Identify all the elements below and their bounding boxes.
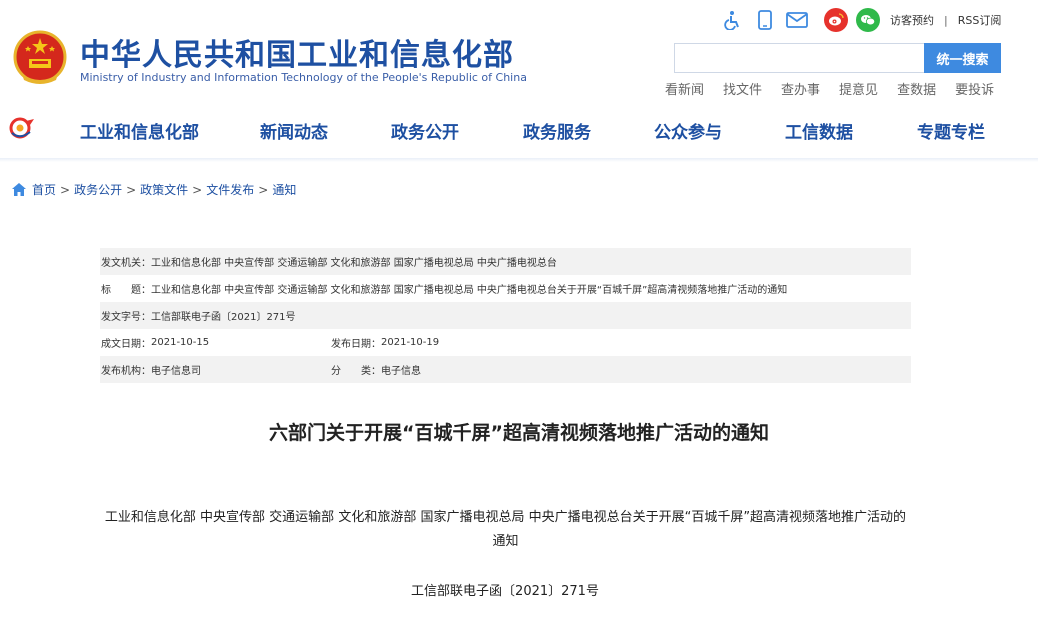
meta-value-category: 电子信息 [381,366,421,377]
document-subtitle: 工业和信息化部 中央宣传部 交通运输部 文化和旅游部 国家广播电视总局 中央广播… [104,510,907,549]
quick-link-files[interactable]: 找文件 [723,79,762,98]
wechat-icon[interactable] [856,8,880,32]
top-links: 访客预约 | RSS订阅 [890,12,1001,28]
top-icon-bar [720,8,888,32]
meta-row-title: 标 题： 工业和信息化部 中央宣传部 交通运输部 文化和旅游部 国家广播电视总局… [100,275,911,302]
breadcrumb-separator: > [192,182,203,197]
meta-row-issuer: 发文机关： 工业和信息化部 中央宣传部 交通运输部 文化和旅游部 国家广播电视总… [100,248,911,275]
quick-link-data[interactable]: 查数据 [897,79,936,98]
quick-link-news[interactable]: 看新闻 [665,79,704,98]
nav-item-gov-services[interactable]: 政务服务 [523,118,591,143]
mobile-icon[interactable] [752,8,778,32]
breadcrumb-doc-release[interactable]: 文件发布 [206,181,254,198]
meta-value-issuer: 工业和信息化部 中央宣传部 交通运输部 文化和旅游部 国家广播电视总局 中央广播… [151,258,557,269]
weibo-icon[interactable] [824,8,848,32]
quick-link-feedback[interactable]: 提意见 [839,79,878,98]
meta-label-issuer: 发文机关： [101,258,151,269]
breadcrumb-notice[interactable]: 通知 [272,181,296,198]
home-icon[interactable] [12,183,26,196]
meta-row-dates: 成文日期： 2021-10-15 发布日期： 2021-10-19 [100,329,911,356]
meta-col-published: 发布日期： 2021-10-19 [331,335,439,350]
breadcrumb-separator: > [258,182,269,197]
breadcrumb-policy-docs[interactable]: 政策文件 [140,181,188,198]
nav-item-miit-data[interactable]: 工信数据 [785,118,853,143]
nav-item-gov-affairs[interactable]: 政务公开 [391,118,459,143]
meta-row-org: 发布机构： 电子信息司 分 类： 电子信息 [100,356,911,383]
rss-link[interactable]: RSS订阅 [958,12,1002,28]
meta-label-title: 标 题： [101,285,151,296]
header-divider [0,158,1038,162]
search-input[interactable] [674,43,924,73]
national-emblem-icon[interactable] [12,30,68,88]
nav-item-miit[interactable]: 工业和信息化部 [80,118,199,143]
site-title[interactable]: 中华人民共和国工业和信息化部 [80,30,514,74]
breadcrumb-separator: > [126,182,137,197]
nav-item-news[interactable]: 新闻动态 [260,118,328,143]
meta-value-created: 2021-10-15 [151,337,210,348]
meta-col-category: 分 类： 电子信息 [331,362,421,377]
accessibility-icon[interactable] [720,8,746,32]
meta-label-category: 分 类： [331,366,381,377]
email-icon[interactable] [784,8,810,32]
quick-link-complaint[interactable]: 要投诉 [955,79,994,98]
meta-label-created: 成文日期： [101,339,151,350]
search-button[interactable]: 统一搜索 [924,43,1001,73]
visitor-booking-link[interactable]: 访客预约 [890,12,934,28]
breadcrumb: 首页 > 政务公开 > 政策文件 > 文件发布 > 通知 [12,181,296,198]
site-header: 中华人民共和国工业和信息化部 Ministry of Industry and … [0,0,1038,160]
top-links-separator: | [944,13,948,27]
breadcrumb-separator: > [60,182,71,197]
document-meta-table: 发文机关： 工业和信息化部 中央宣传部 交通运输部 文化和旅游部 国家广播电视总… [100,248,911,383]
breadcrumb-home[interactable]: 首页 [32,181,56,198]
meta-value-org: 电子信息司 [151,366,201,377]
meta-label-docno: 发文字号： [101,312,151,323]
search-bar: 统一搜索 [674,43,1001,73]
document-title: 六部门关于开展“百城千屏”超高清视频落地推广活动的通知 [269,422,769,444]
meta-row-docno: 发文字号： 工信部联电子函〔2021〕271号 [100,302,911,329]
document-number: 工信部联电子函〔2021〕271号 [411,584,599,599]
meta-value-docno: 工信部联电子函〔2021〕271号 [151,312,296,323]
site-subtitle-en: Ministry of Industry and Information Tec… [80,71,527,84]
meta-label-org: 发布机构： [101,366,151,377]
meta-label-published: 发布日期： [331,339,381,350]
meta-value-published: 2021-10-19 [381,337,440,348]
miit-logo-icon[interactable] [8,116,36,140]
breadcrumb-gov-affairs[interactable]: 政务公开 [74,181,122,198]
meta-value-title: 工业和信息化部 中央宣传部 交通运输部 文化和旅游部 国家广播电视总局 中央广播… [151,285,788,296]
quick-link-services[interactable]: 查办事 [781,79,820,98]
quick-links: 看新闻 找文件 查办事 提意见 查数据 要投诉 [665,79,1013,98]
nav-item-special-topics[interactable]: 专题专栏 [917,118,985,143]
main-nav: 工业和信息化部 新闻动态 政务公开 政务服务 公众参与 工信数据 专题专栏 [0,104,1038,154]
nav-item-public-participation[interactable]: 公众参与 [654,118,722,143]
